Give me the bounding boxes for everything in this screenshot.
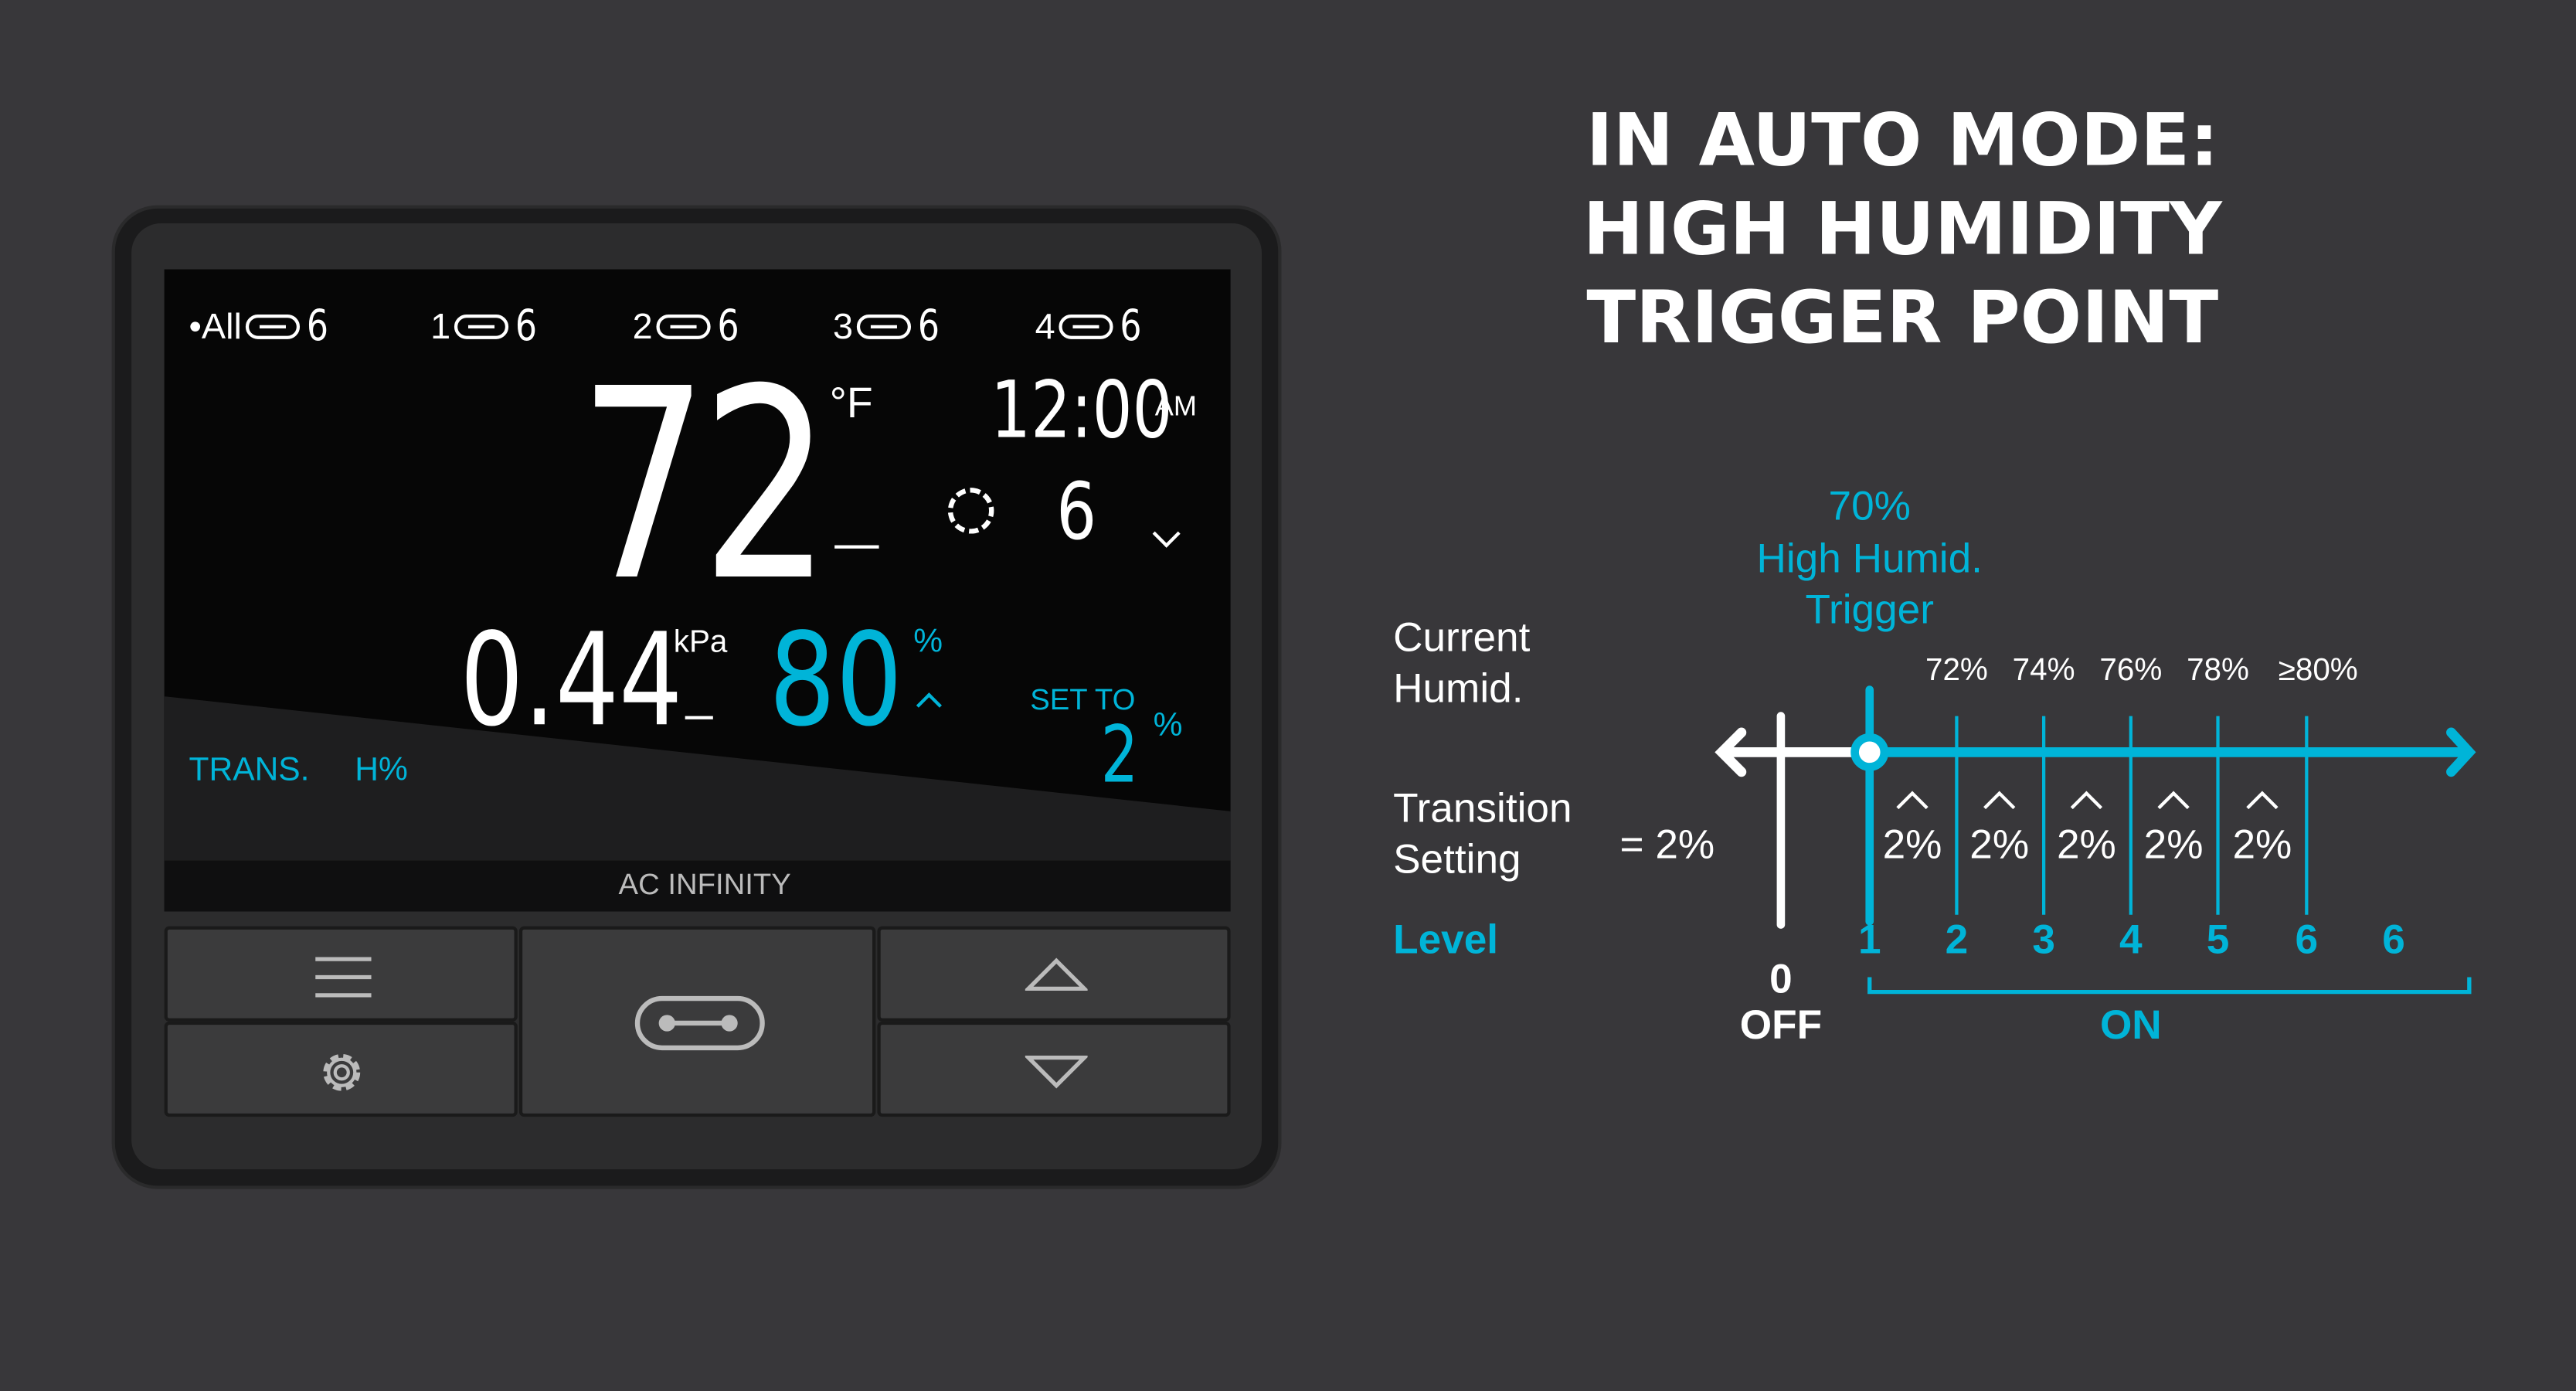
off-label: OFF: [1739, 1002, 1823, 1049]
step-label: 2%: [2232, 821, 2292, 869]
trigger-label-1: High Humid.: [1756, 536, 1983, 583]
transition-value: = 2%: [1619, 821, 1715, 869]
level-number: 3: [2032, 917, 2055, 964]
step-label: 2%: [2056, 821, 2116, 869]
stage: AC INFINITY •All 6 1 6 2 6 3 6 4 6 72 °F…: [0, 0, 2576, 1391]
step-label: 2%: [2143, 821, 2204, 869]
threshold-label: 72%: [1925, 653, 1988, 689]
trigger-point: [1850, 733, 1889, 771]
threshold-label: 76%: [2099, 653, 2163, 689]
on-bracket: [1867, 977, 2472, 995]
humidity-diagram: [1715, 685, 2476, 995]
step-label: 2%: [1882, 821, 1942, 869]
caret-up-icon: [2246, 791, 2279, 810]
caret-up-icon: [1896, 791, 1929, 810]
transition-label-1: Transition: [1393, 785, 1572, 832]
threshold-label: ≥80%: [2278, 653, 2358, 689]
caret-up-icon: [2157, 791, 2190, 810]
level-number: 5: [2206, 917, 2230, 964]
level-number: 2: [1945, 917, 1969, 964]
caret-up-icon: [1983, 791, 2016, 810]
caret-up-icon: [2070, 791, 2103, 810]
threshold-label: 78%: [2187, 653, 2249, 689]
trigger-value: 70%: [1828, 483, 1911, 530]
level-number: 1: [1857, 917, 1881, 964]
level-label: Level: [1393, 917, 1499, 964]
level-number: 6: [2382, 917, 2405, 964]
current-label-1: Current: [1393, 614, 1531, 661]
trigger-label-2: Trigger: [1805, 587, 1934, 634]
transition-label-2: Setting: [1393, 836, 1521, 883]
threshold-label: 74%: [2012, 653, 2075, 689]
current-label-2: Humid.: [1393, 665, 1524, 713]
level-number: 6: [2295, 917, 2319, 964]
level-number: 4: [2119, 917, 2143, 964]
step-label: 2%: [1969, 821, 2030, 869]
on-label: ON: [2099, 1002, 2162, 1049]
off-level: 0: [1769, 956, 1793, 1003]
